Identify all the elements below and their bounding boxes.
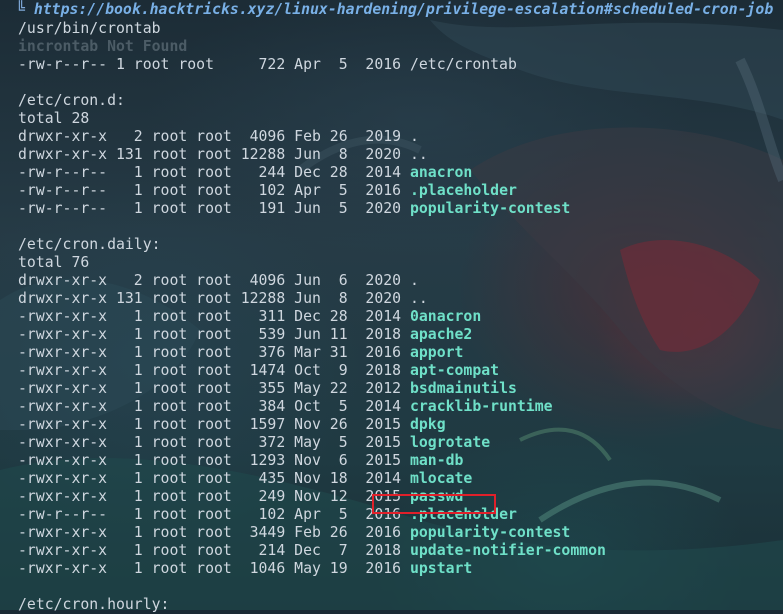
hacktricks-reference-line: ╚ https://book.hacktricks.xyz/linux-hard… [16,0,783,20]
file-listing-row: -rwxr-xr-x 1 root root 311 Dec 28 2014 0… [18,308,783,326]
cron-daily-info-line: total 76 [18,254,90,271]
file-name: upstart [409,560,473,577]
file-listing-row: -rwxr-xr-x 1 root root 372 May 5 2015 lo… [18,434,783,452]
file-listing-row: -rwxr-xr-x 1 root root 1046 May 19 2016 … [18,560,783,578]
file-metadata: -rwxr-xr-x 1 root root 539 Jun 11 2018 [18,326,410,343]
file-listing-row: -rwxr-xr-x 1 root root 384 Oct 5 2014 cr… [18,398,783,416]
cron-daily-header: /etc/cron.daily: total 76 [18,218,783,272]
file-name: mlocate [409,470,473,487]
file-name: . [409,272,419,289]
file-metadata: drwxr-xr-x 131 root root 12288 Jun 8 202… [18,290,410,307]
file-listing-row: -rwxr-xr-x 1 root root 1474 Oct 9 2018 a… [18,362,783,380]
crontab-info-line: /etc/cron.d: [18,92,125,109]
crontab-info-line: -rw-r--r-- 1 root root 722 Apr 5 2016 /e… [18,56,517,73]
file-name: apt-compat [409,362,500,379]
file-metadata: -rwxr-xr-x 1 root root 249 Nov 12 2015 [18,488,410,505]
hacktricks-url-link[interactable]: https://book.hacktricks.xyz/linux-harden… [34,1,773,18]
file-listing-row: -rwxr-xr-x 1 root root 1597 Nov 26 2015 … [18,416,783,434]
cron-daily-info-line: /etc/cron.daily: [18,236,161,253]
crontab-summary-block: /usr/bin/crontab incrontab Not Found -rw-r… [18,20,783,128]
file-metadata: -rwxr-xr-x 1 root root 384 Oct 5 2014 [18,398,410,415]
file-listing-row: -rwxr-xr-x 1 root root 435 Nov 18 2014 m… [18,470,783,488]
file-metadata: -rwxr-xr-x 1 root root 376 Mar 31 2016 [18,344,410,361]
file-metadata: -rwxr-xr-x 1 root root 372 May 5 2015 [18,434,410,451]
file-metadata: -rw-r--r-- 1 root root 102 Apr 5 2016 [18,506,410,523]
file-listing-row: drwxr-xr-x 2 root root 4096 Feb 26 2019 … [18,128,783,146]
file-name: update-notifier-common [409,542,606,559]
file-name: bsdmainutils [409,380,517,397]
tree-corner-icon: ╚ [16,1,25,18]
file-name: apport [409,344,464,361]
file-metadata: drwxr-xr-x 2 root root 4096 Feb 26 2019 [18,128,410,145]
file-name: anacron [409,164,473,181]
crontab-info-line: /usr/bin/crontab [18,20,161,37]
file-listing-row: drwxr-xr-x 131 root root 12288 Jun 8 202… [18,290,783,308]
file-name: cracklib-runtime [409,398,553,415]
cron-hourly-header: /etc/cron.hourly: [18,578,783,614]
file-metadata: -rw-r--r-- 1 root root 244 Dec 28 2014 [18,164,410,181]
file-metadata: -rw-r--r-- 1 root root 191 Jun 5 2020 [18,200,410,217]
crontab-info-line: incrontab Not Found [18,38,188,55]
file-metadata: -rwxr-xr-x 1 root root 355 May 22 2012 [18,380,410,397]
file-name: apache2 [409,326,473,343]
file-metadata: -rwxr-xr-x 1 root root 311 Dec 28 2014 [18,308,410,325]
cron-d-listing: drwxr-xr-x 2 root root 4096 Feb 26 2019 … [18,128,783,218]
file-listing-row: -rwxr-xr-x 1 root root 1293 Nov 6 2015 m… [18,452,783,470]
file-metadata: -rwxr-xr-x 1 root root 1474 Oct 9 2018 [18,362,410,379]
file-listing-row: -rw-r--r-- 1 root root 244 Dec 28 2014 a… [18,164,783,182]
file-name: .placeholder [409,182,517,199]
file-name: 0anacron [409,308,482,325]
file-listing-row: -rw-r--r-- 1 root root 102 Apr 5 2016 .p… [18,182,783,200]
file-metadata: drwxr-xr-x 131 root root 12288 Jun 8 202… [18,146,410,163]
terminal-output: ╚ https://book.hacktricks.xyz/linux-hard… [16,0,783,614]
file-name: logrotate [409,434,491,451]
cron-daily-listing: drwxr-xr-x 2 root root 4096 Jun 6 2020 .… [18,272,783,578]
file-listing-row: -rwxr-xr-x 1 root root 214 Dec 7 2018 up… [18,542,783,560]
cron-hourly-info-line: /etc/cron.hourly: [18,596,170,613]
file-listing-row: drwxr-xr-x 2 root root 4096 Jun 6 2020 . [18,272,783,290]
file-metadata: -rwxr-xr-x 1 root root 435 Nov 18 2014 [18,470,410,487]
file-name: popularity-contest [409,524,571,541]
file-metadata: -rw-r--r-- 1 root root 102 Apr 5 2016 [18,182,410,199]
file-metadata: drwxr-xr-x 2 root root 4096 Jun 6 2020 [18,272,410,289]
file-metadata: -rwxr-xr-x 1 root root 3449 Feb 26 2016 [18,524,410,541]
file-listing-row: -rwxr-xr-x 1 root root 376 Mar 31 2016 a… [18,344,783,362]
crontab-info-line: total 28 [18,110,90,127]
file-listing-row: -rwxr-xr-x 1 root root 539 Jun 11 2018 a… [18,326,783,344]
file-name: man-db [409,452,464,469]
file-listing-row: -rwxr-xr-x 1 root root 3449 Feb 26 2016 … [18,524,783,542]
file-listing-row: -rwxr-xr-x 1 root root 355 May 22 2012 b… [18,380,783,398]
file-metadata: -rwxr-xr-x 1 root root 1293 Nov 6 2015 [18,452,410,469]
file-name: . [409,128,419,145]
file-name: dpkg [409,416,446,433]
file-metadata: -rwxr-xr-x 1 root root 1597 Nov 26 2015 [18,416,410,433]
file-name: .. [409,290,428,307]
file-metadata: -rwxr-xr-x 1 root root 1046 May 19 2016 [18,560,410,577]
file-metadata: -rwxr-xr-x 1 root root 214 Dec 7 2018 [18,542,410,559]
file-name: popularity-contest [409,200,571,217]
passwd-highlight-box [372,494,496,514]
file-listing-row: drwxr-xr-x 131 root root 12288 Jun 8 202… [18,146,783,164]
file-listing-row: -rw-r--r-- 1 root root 191 Jun 5 2020 po… [18,200,783,218]
file-name: .. [409,146,428,163]
